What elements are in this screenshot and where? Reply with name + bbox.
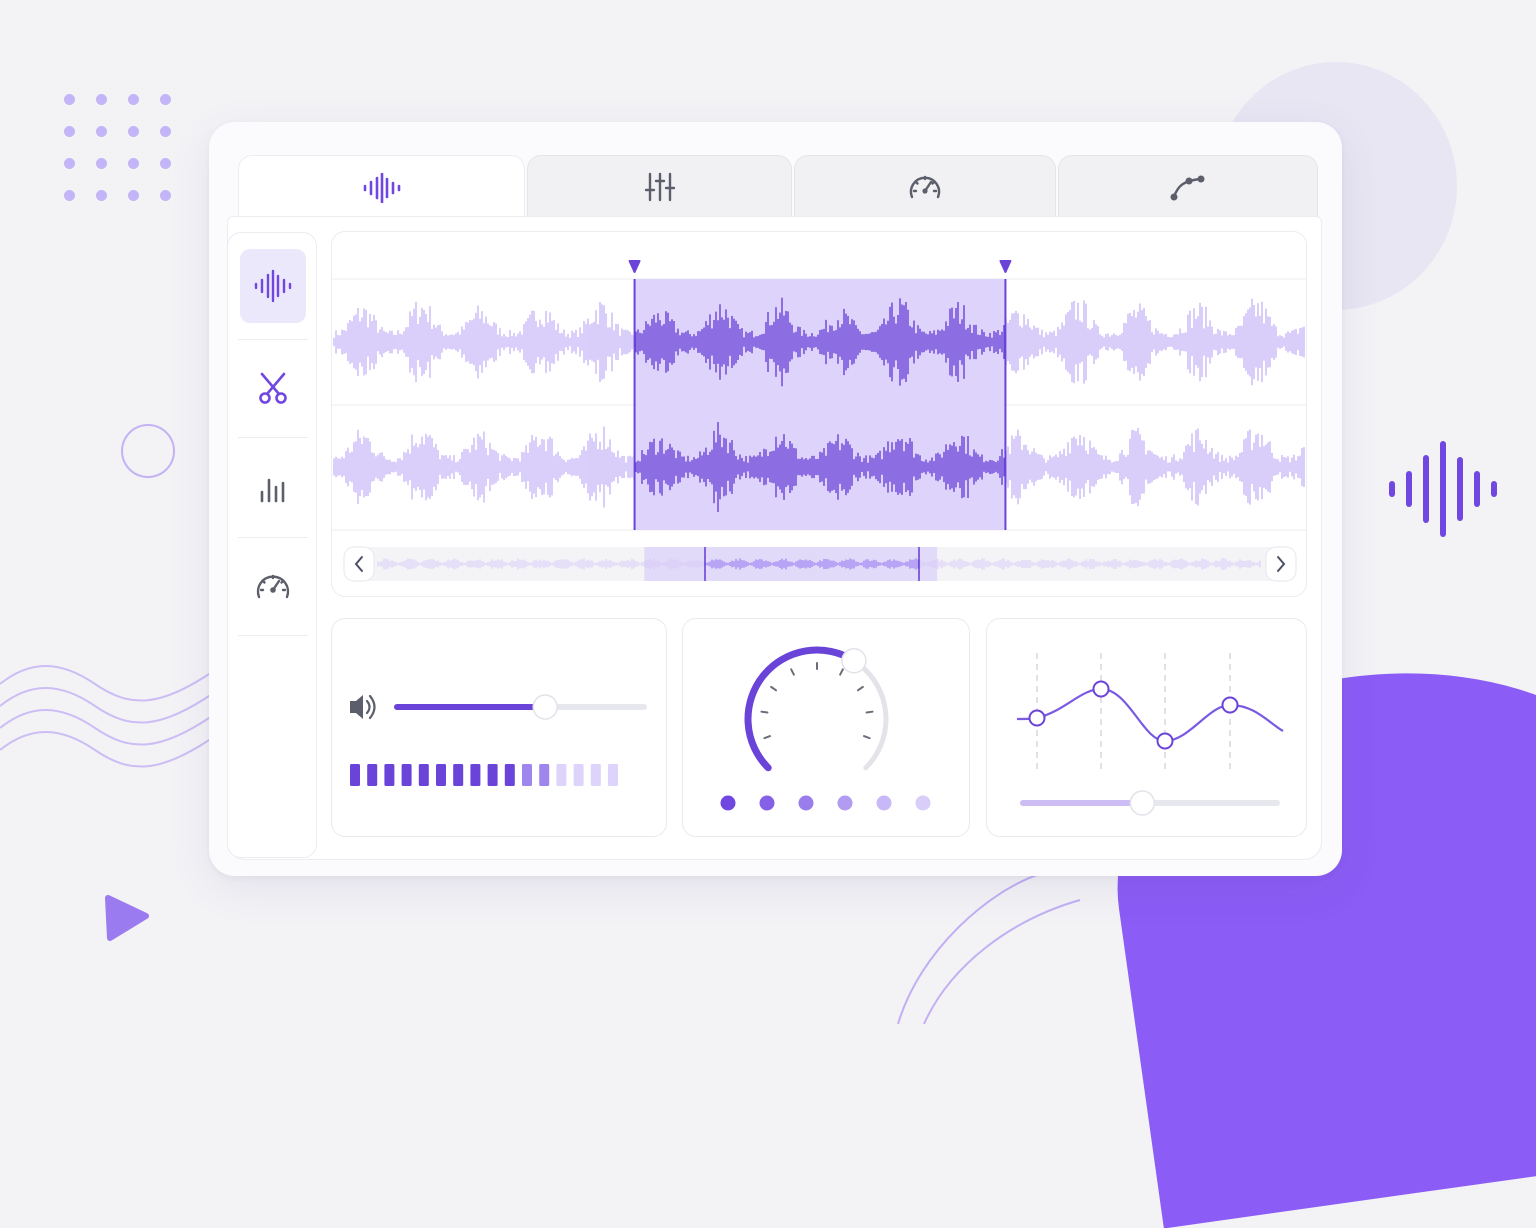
knob-tick [856, 685, 864, 692]
waveform-icon [254, 269, 292, 303]
gauge-icon [256, 574, 290, 599]
tab-curve[interactable] [1058, 155, 1318, 217]
decorative-waves [0, 665, 215, 768]
knob-value-arc [744, 646, 858, 772]
meter-segment [470, 764, 481, 786]
meter-segment [556, 764, 567, 786]
volume-slider-thumb[interactable] [532, 694, 558, 720]
meter-segment [367, 764, 378, 786]
speaker-icon [350, 694, 376, 720]
decorative-arcs [897, 873, 1081, 1024]
tab-waveform[interactable] [238, 155, 525, 219]
decorative-waveform-icon [1389, 441, 1497, 537]
scissors-icon [259, 372, 287, 404]
meter-segment [608, 764, 618, 786]
curve-slider-thumb[interactable] [1129, 790, 1156, 816]
preset-dot[interactable] [915, 795, 931, 811]
meter-segment [539, 764, 550, 786]
selection-end-marker[interactable] [999, 260, 1012, 273]
meter-segment [350, 764, 360, 786]
meter-segment [401, 764, 412, 786]
tab-mixer[interactable] [527, 155, 792, 217]
curve-node[interactable] [1028, 709, 1046, 727]
preset-dot[interactable] [720, 795, 736, 811]
meter-segment [384, 764, 395, 786]
curve-node[interactable] [1221, 696, 1239, 714]
knob-tick [865, 710, 874, 714]
knob-tick [790, 668, 795, 676]
knob-handle[interactable] [841, 647, 867, 674]
meter-segment [487, 764, 498, 786]
tab-gauge[interactable] [794, 155, 1056, 217]
waveform-canvas[interactable] [332, 232, 1307, 597]
decorative-ring [121, 424, 175, 478]
scroll-left-button[interactable] [343, 546, 375, 582]
gauge-icon [909, 175, 941, 198]
decorative-play-icon [105, 895, 149, 941]
waveform-icon [363, 172, 400, 203]
sidebar-item-cut[interactable] [240, 351, 306, 425]
sidebar [227, 232, 317, 858]
curve-path-icon [1170, 175, 1205, 200]
preset-dot[interactable] [759, 795, 775, 811]
preset-dot[interactable] [798, 795, 814, 811]
preset-dot[interactable] [876, 795, 892, 811]
meter-segment [504, 764, 515, 786]
curve-card [986, 618, 1307, 837]
knob-tick [760, 710, 769, 714]
knob-tick [763, 735, 772, 740]
knob-tick [770, 685, 778, 692]
knob-tick [862, 735, 871, 740]
meter-segment [453, 764, 464, 786]
scroll-right-button[interactable] [1265, 546, 1297, 582]
sidebar-item-levels[interactable] [240, 451, 306, 525]
volume-card [331, 618, 667, 837]
meter-segment [573, 764, 584, 786]
selection-start-marker[interactable] [628, 260, 641, 273]
meter-segment [418, 764, 429, 786]
meter-segment [522, 764, 532, 786]
curve-node[interactable] [1156, 732, 1174, 750]
knob-card [682, 618, 970, 837]
meter-segment [590, 764, 601, 786]
eq-curve-line [1016, 687, 1284, 743]
bar-chart-icon [260, 478, 285, 503]
sidebar-item-speed[interactable] [240, 549, 306, 623]
level-meter [350, 764, 618, 786]
curve-node[interactable] [1092, 680, 1110, 698]
sidebar-item-waveform[interactable] [240, 249, 306, 323]
knob-tick [839, 668, 844, 676]
decorative-dot-grid [64, 94, 171, 201]
meter-segment [436, 764, 446, 786]
preset-dot[interactable] [837, 795, 853, 811]
mixer-sliders-icon [644, 172, 675, 201]
waveform-editor[interactable] [331, 231, 1307, 597]
